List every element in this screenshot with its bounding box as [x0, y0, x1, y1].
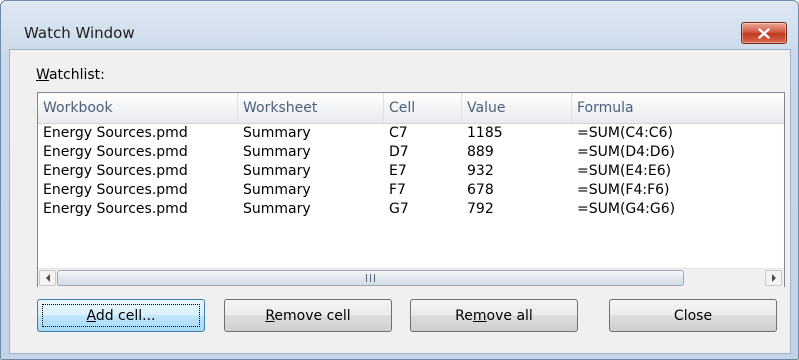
- workbook-cell: Energy Sources.pmd: [43, 201, 188, 217]
- add-cell-button[interactable]: Add cell...: [37, 299, 205, 332]
- remove-cell-button[interactable]: Remove cell: [224, 299, 392, 332]
- worksheet-cell: Summary: [243, 125, 311, 141]
- workbook-cell: Energy Sources.pmd: [43, 182, 188, 198]
- close-button[interactable]: Close: [609, 299, 777, 332]
- formula-cell: =SUM(E4:E6): [577, 163, 672, 179]
- scroll-right-button[interactable]: [765, 270, 782, 286]
- value-cell: 792: [467, 201, 494, 217]
- remove-cell-label: Remove cell: [265, 307, 351, 324]
- value-cell: 678: [467, 182, 494, 198]
- worksheet-cell: Summary: [243, 144, 311, 160]
- scrollbar-thumb[interactable]: [57, 270, 684, 286]
- list-item[interactable]: Energy Sources.pmd Summary E7 932 =SUM(E…: [38, 162, 784, 181]
- value-cell: 889: [467, 144, 494, 160]
- worksheet-cell: Summary: [243, 182, 311, 198]
- dialog-client-area: Watchlist: Workbook Worksheet Cell Value…: [9, 49, 791, 354]
- close-x-icon: [758, 27, 770, 39]
- cell-ref-cell: F7: [389, 182, 406, 198]
- arrow-left-icon: [45, 274, 50, 282]
- value-cell: 1185: [467, 125, 503, 141]
- window-title: Watch Window: [24, 24, 135, 42]
- title-bar[interactable]: Watch Window: [1, 1, 798, 49]
- remove-all-label: Remove all: [455, 307, 533, 324]
- cell-ref-cell: C7: [389, 125, 408, 141]
- focus-rectangle: [42, 304, 200, 327]
- workbook-cell: Energy Sources.pmd: [43, 163, 188, 179]
- list-item[interactable]: Energy Sources.pmd Summary D7 889 =SUM(D…: [38, 143, 784, 162]
- list-item[interactable]: Energy Sources.pmd Summary C7 1185 =SUM(…: [38, 124, 784, 143]
- scroll-grip-icon: [366, 274, 375, 282]
- watch-window-dialog: Watch Window Watchlist: Workbook Workshe…: [0, 0, 799, 360]
- workbook-cell: Energy Sources.pmd: [43, 125, 188, 141]
- cell-ref-cell: E7: [389, 163, 407, 179]
- value-cell: 932: [467, 163, 494, 179]
- watchlist-label: Watchlist:: [36, 67, 105, 83]
- cell-ref-cell: D7: [389, 144, 409, 160]
- close-window-button[interactable]: [741, 22, 787, 44]
- worksheet-cell: Summary: [243, 163, 311, 179]
- formula-cell: =SUM(G4:G6): [577, 201, 676, 217]
- cell-ref-cell: G7: [389, 201, 409, 217]
- horizontal-scrollbar[interactable]: [38, 268, 784, 287]
- arrow-right-icon: [771, 274, 776, 282]
- scroll-left-button[interactable]: [39, 270, 56, 286]
- watchlist-listview[interactable]: Workbook Worksheet Cell Value Formula En…: [37, 92, 785, 287]
- formula-cell: =SUM(F4:F6): [577, 182, 670, 198]
- formula-cell: =SUM(D4:D6): [577, 144, 675, 160]
- column-header-formula[interactable]: Formula: [572, 93, 784, 123]
- list-rows: Energy Sources.pmd Summary C7 1185 =SUM(…: [38, 124, 784, 219]
- formula-cell: =SUM(C4:C6): [577, 125, 673, 141]
- list-item[interactable]: Energy Sources.pmd Summary G7 792 =SUM(G…: [38, 200, 784, 219]
- list-item[interactable]: Energy Sources.pmd Summary F7 678 =SUM(F…: [38, 181, 784, 200]
- workbook-cell: Energy Sources.pmd: [43, 144, 188, 160]
- column-header-cell[interactable]: Cell: [384, 93, 462, 123]
- worksheet-cell: Summary: [243, 201, 311, 217]
- column-header-value[interactable]: Value: [462, 93, 572, 123]
- column-header-workbook[interactable]: Workbook: [38, 93, 238, 123]
- column-header-worksheet[interactable]: Worksheet: [238, 93, 384, 123]
- list-header: Workbook Worksheet Cell Value Formula: [38, 93, 784, 124]
- remove-all-button[interactable]: Remove all: [410, 299, 578, 332]
